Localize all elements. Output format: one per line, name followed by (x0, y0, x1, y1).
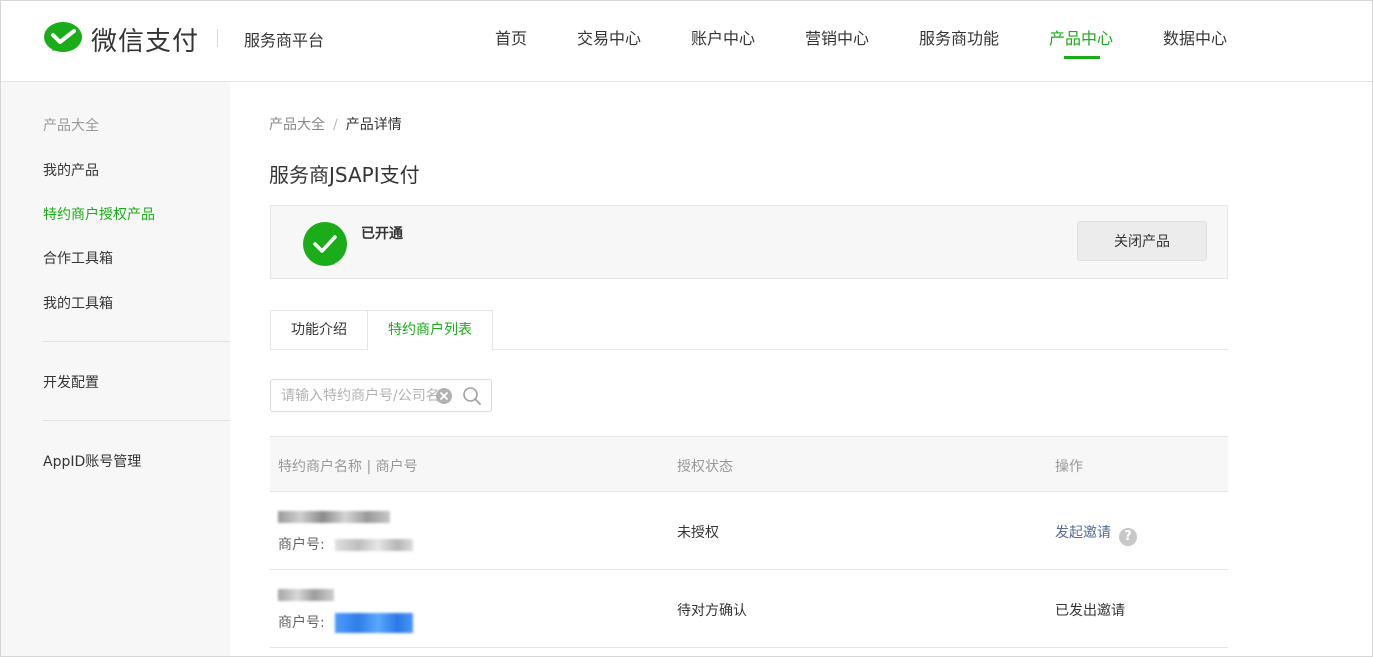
sidebar-item-my-products[interactable]: 我的产品 (43, 160, 99, 180)
tab-bar: 功能介绍 特约商户列表 (270, 310, 1228, 351)
wechat-pay-logo-icon (44, 22, 82, 52)
column-header-action: 操作 (1055, 459, 1083, 475)
sidebar: 产品大全 我的产品 特约商户授权产品 合作工具箱 我的工具箱 开发配置 AppI… (1, 82, 230, 656)
clear-icon[interactable] (436, 388, 452, 404)
search-icon[interactable] (462, 386, 482, 406)
merchant-name-redacted (278, 509, 390, 525)
search-input[interactable] (271, 380, 439, 411)
merchant-no-redacted (335, 539, 414, 551)
check-circle-icon (303, 222, 347, 266)
top-header: 微信支付 服务商平台 首页 交易中心 账户中心 营销中心 服务商功能 产品中心 … (1, 1, 1372, 82)
status-label: 已开通 (361, 226, 403, 242)
sidebar-divider (43, 341, 230, 342)
table-row: 商户号: 未授权 发起邀请? (270, 492, 1228, 570)
breadcrumb-parent[interactable]: 产品大全 (269, 117, 325, 133)
product-status-panel: 已开通 关闭产品 (270, 205, 1228, 279)
merchant-no: 商户号: (278, 612, 414, 633)
row-action: 发起邀请? (1055, 522, 1137, 546)
close-product-button[interactable]: 关闭产品 (1077, 221, 1207, 261)
brand-name: 微信支付 (91, 26, 200, 57)
nav-provider-functions[interactable]: 服务商功能 (919, 25, 999, 49)
send-invitation-link[interactable]: 发起邀请 (1055, 525, 1111, 541)
merchant-no-label: 商户号: (278, 537, 325, 553)
column-header-status: 授权状态 (677, 459, 733, 475)
auth-status: 待对方确认 (677, 603, 747, 619)
help-icon[interactable]: ? (1119, 528, 1137, 546)
column-header-name: 特约商户名称 | 商户号 (278, 459, 418, 475)
merchant-no: 商户号: (278, 534, 414, 554)
wechat-pay-logo[interactable]: 微信支付 (43, 19, 199, 59)
main-content: 产品大全 / 产品详情 服务商JSAPI支付 已开通 关闭产品 功能介绍 特约商户列… (230, 82, 1372, 656)
header-divider (217, 29, 218, 47)
tab-feature-intro[interactable]: 功能介绍 (270, 310, 368, 350)
nav-data[interactable]: 数据中心 (1163, 25, 1227, 49)
nav-active-indicator (1064, 56, 1100, 59)
merchant-no-label: 商户号: (278, 615, 325, 631)
nav-marketing[interactable]: 营销中心 (805, 25, 869, 49)
breadcrumb: 产品大全 / 产品详情 (269, 114, 402, 134)
breadcrumb-current: 产品详情 (345, 117, 402, 133)
nav-products[interactable]: 产品中心 (1049, 25, 1113, 49)
row-action-text: 已发出邀请 (1055, 603, 1125, 619)
sidebar-item-appid-management[interactable]: AppID账号管理 (43, 451, 141, 471)
platform-name: 服务商平台 (244, 31, 325, 50)
sidebar-heading: 产品大全 (43, 118, 99, 134)
nav-account[interactable]: 账户中心 (691, 25, 755, 49)
tab-merchant-list[interactable]: 特约商户列表 (367, 310, 493, 351)
search-box (270, 379, 492, 412)
breadcrumb-separator: / (333, 117, 338, 133)
sidebar-item-partner-toolbox[interactable]: 合作工具箱 (43, 248, 113, 268)
nav-transactions[interactable]: 交易中心 (577, 25, 641, 49)
sidebar-item-dev-config[interactable]: 开发配置 (43, 372, 99, 392)
app-window: 微信支付 服务商平台 首页 交易中心 账户中心 营销中心 服务商功能 产品中心 … (0, 0, 1373, 657)
nav-home[interactable]: 首页 (495, 25, 527, 49)
sidebar-divider (43, 420, 230, 421)
table-header: 特约商户名称 | 商户号 授权状态 操作 (270, 436, 1228, 492)
page-title: 服务商JSAPI支付 (269, 163, 420, 187)
merchant-name-redacted (278, 587, 334, 603)
merchant-no-redacted (335, 613, 414, 633)
sidebar-item-authorized-products[interactable]: 特约商户授权产品 (43, 204, 155, 224)
sidebar-item-my-toolbox[interactable]: 我的工具箱 (43, 293, 113, 313)
auth-status: 未授权 (677, 525, 719, 541)
table-row: 商户号: 待对方确认 已发出邀请 (270, 570, 1228, 648)
